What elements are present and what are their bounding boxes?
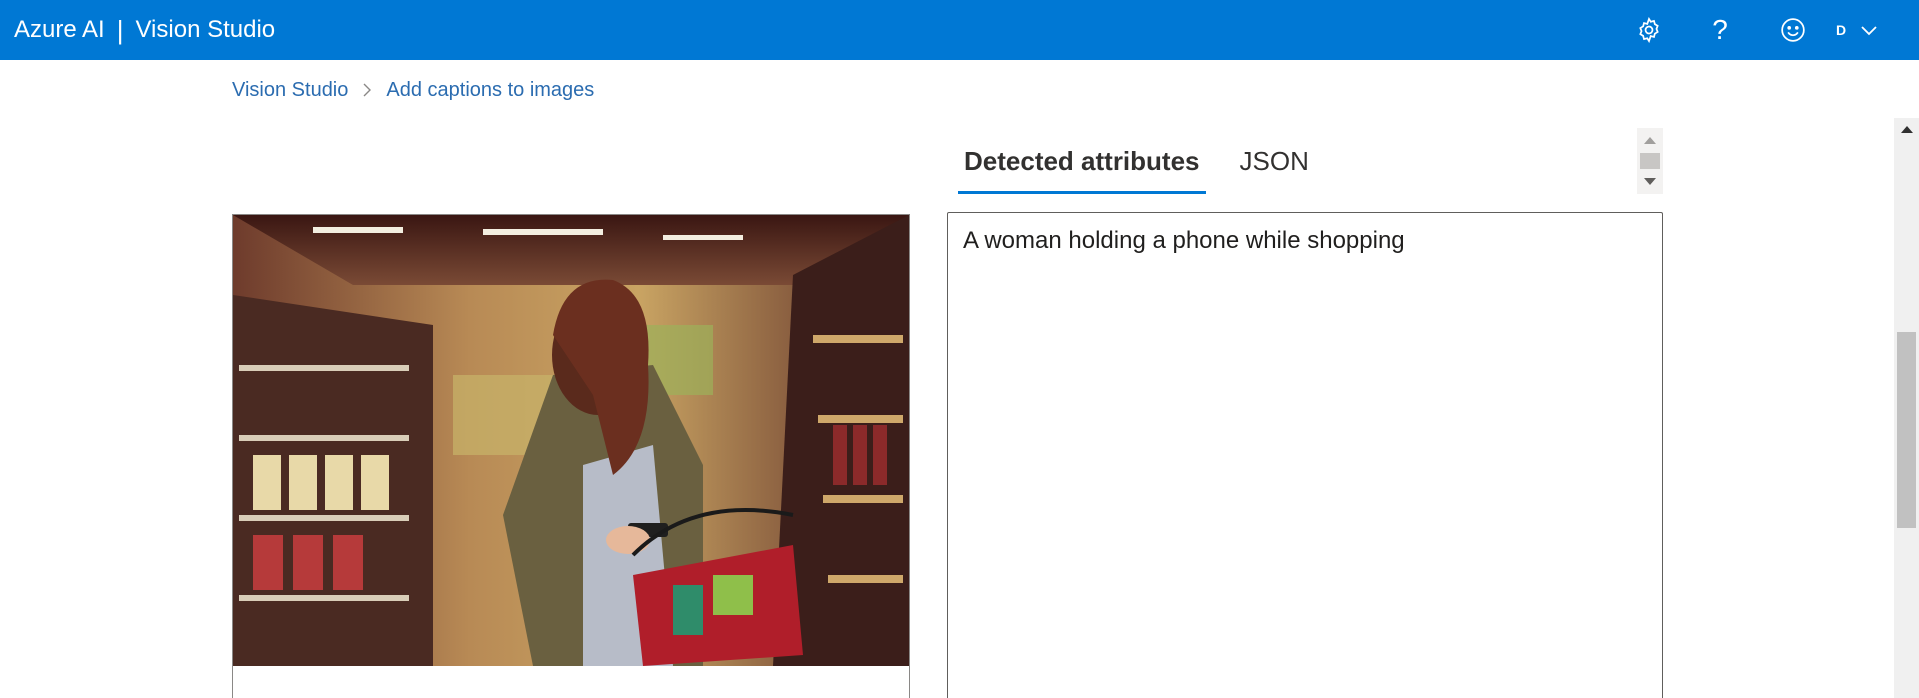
brand-separator: | — [116, 14, 124, 45]
breadcrumb-vision-studio[interactable]: Vision Studio — [232, 79, 348, 102]
feedback-button[interactable] — [1771, 0, 1815, 60]
caption-text: A woman holding a phone while shopping — [963, 227, 1405, 254]
tabs-scrollbar[interactable] — [1637, 128, 1663, 194]
account-menu[interactable]: D — [1836, 0, 1906, 60]
breadcrumb-add-captions[interactable]: Add captions to images — [386, 79, 594, 102]
gear-icon — [1639, 17, 1659, 43]
product-name: Vision Studio — [135, 16, 276, 43]
account-initial: D — [1836, 22, 1847, 38]
settings-button[interactable] — [1627, 0, 1671, 60]
scroll-up-arrow-icon[interactable] — [1644, 137, 1656, 144]
tab-detected-attributes[interactable]: Detected attributes — [958, 140, 1206, 194]
page-scrollbar[interactable] — [1894, 118, 1919, 698]
caption-result-panel: A woman holding a phone while shopping — [947, 212, 1663, 698]
result-tabs: Detected attributes JSON — [958, 140, 1315, 194]
help-button[interactable]: ? — [1698, 0, 1742, 60]
brand[interactable]: Azure AI | Vision Studio — [14, 0, 275, 60]
top-bar: Azure AI | Vision Studio ? D — [0, 0, 1919, 60]
chevron-down-icon — [1861, 26, 1877, 36]
scroll-thumb[interactable] — [1640, 153, 1660, 169]
brand-name: Azure AI — [14, 16, 105, 43]
page-scroll-thumb[interactable] — [1897, 332, 1916, 528]
smiley-icon — [1781, 18, 1805, 42]
scroll-down-arrow-icon[interactable] — [1644, 178, 1656, 185]
tab-json[interactable]: JSON — [1234, 140, 1315, 194]
chevron-right-icon — [362, 83, 372, 97]
page-scroll-up-icon[interactable] — [1901, 126, 1913, 133]
help-icon: ? — [1712, 14, 1728, 45]
sample-photo — [233, 215, 909, 666]
breadcrumb: Vision Studio Add captions to images — [232, 76, 594, 104]
image-preview — [232, 214, 910, 698]
